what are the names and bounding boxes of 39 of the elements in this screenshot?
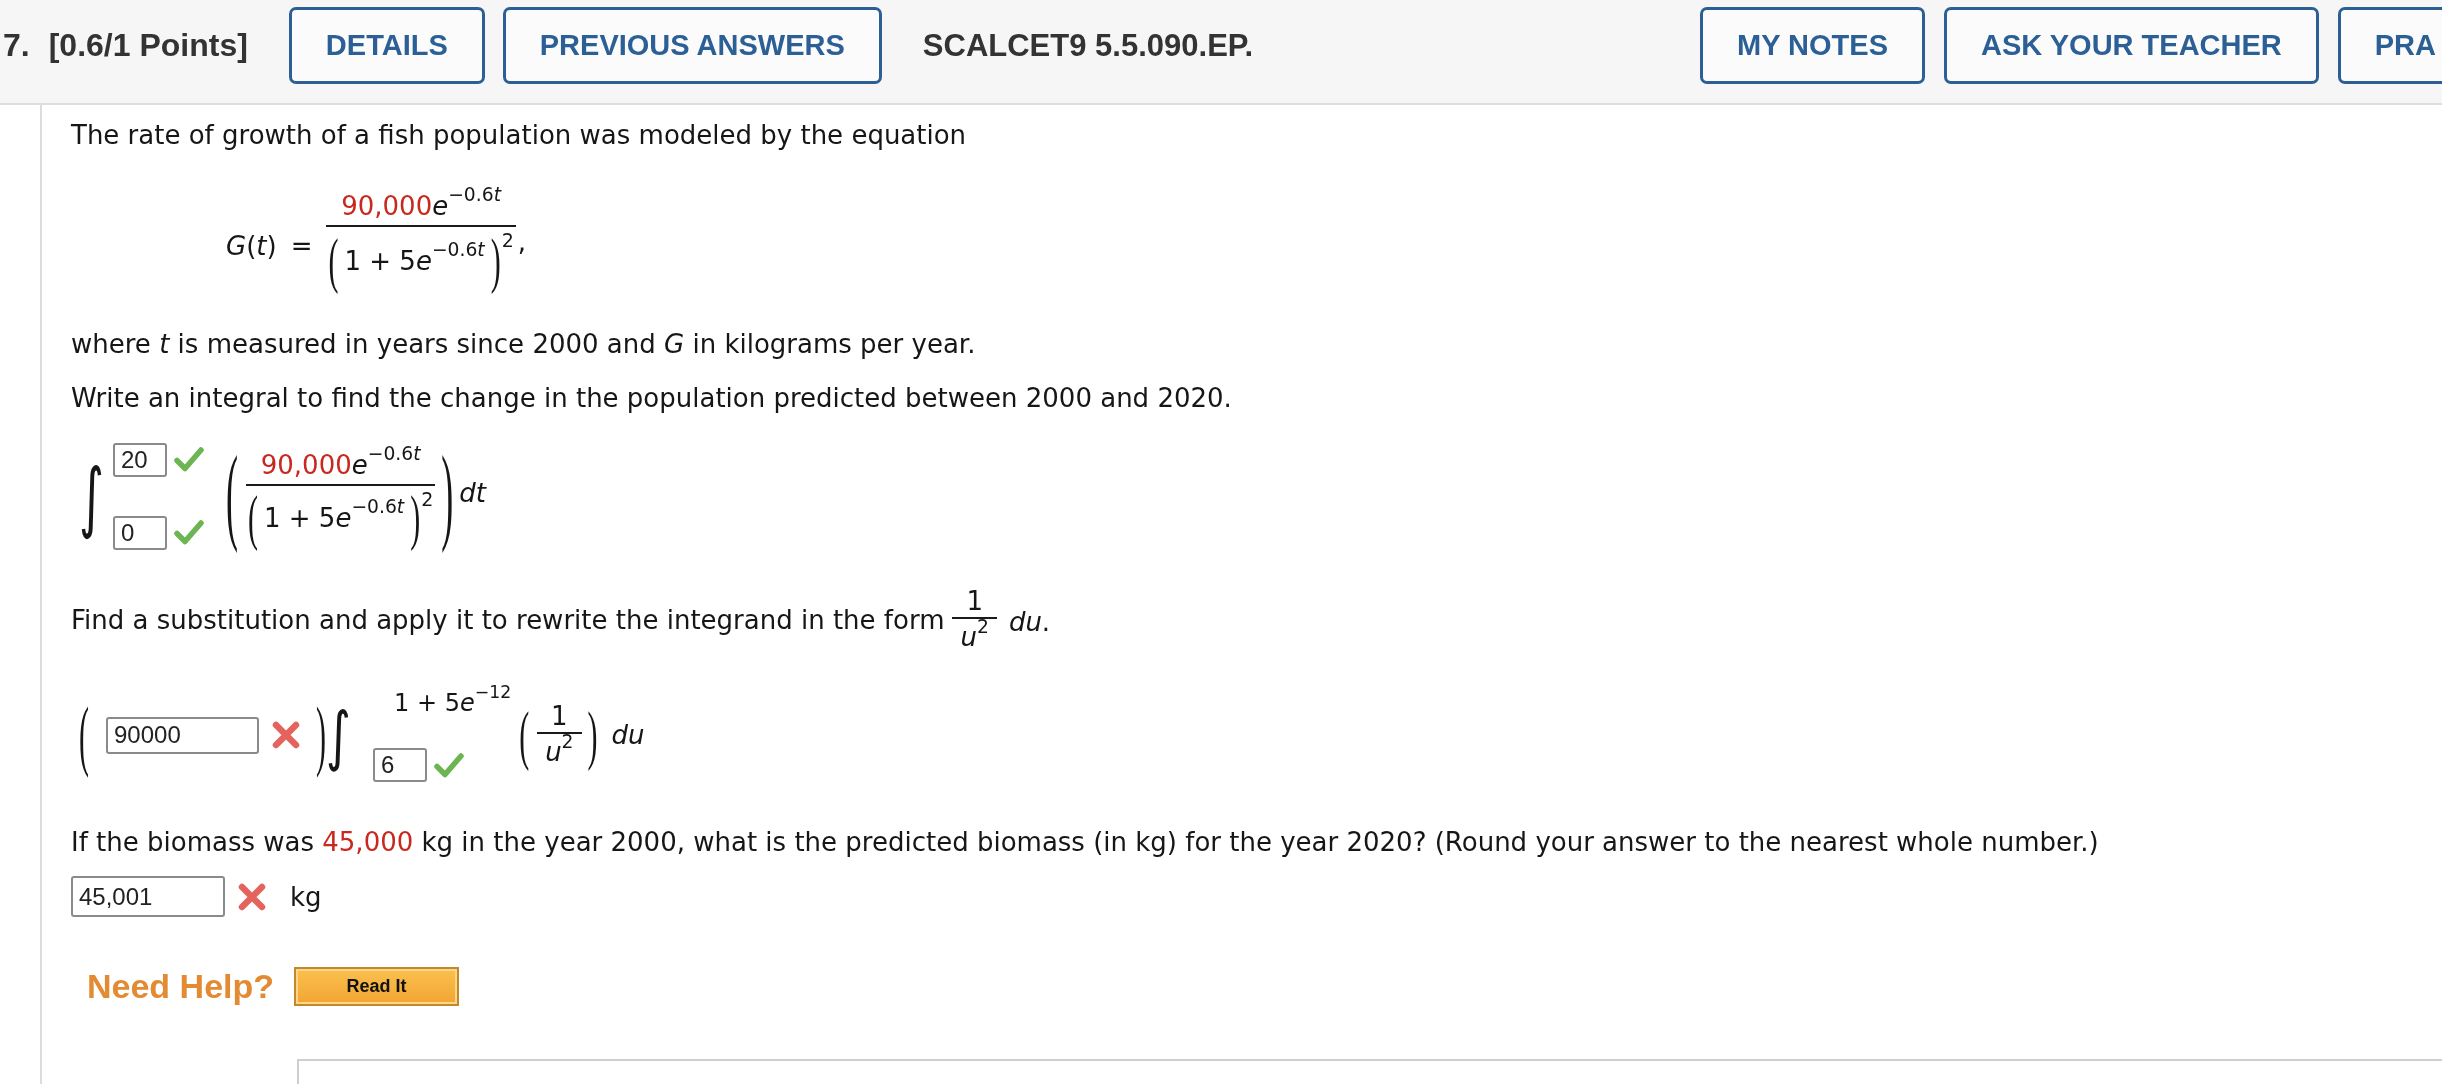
unit-label: kg <box>290 880 322 914</box>
right-parenthesis: ) <box>441 433 454 556</box>
integral-sign: ∫ <box>326 695 351 775</box>
question-text: Find a substitution and apply it to rewrite the integrand in the form <box>71 604 945 637</box>
header-button[interactable]: PREVIOUS ANSWERS <box>502 7 882 84</box>
differential: du. <box>1008 606 1051 639</box>
points-label: [0.6/1 Points] <box>48 27 248 64</box>
comma: , <box>517 226 526 259</box>
fraction-numerator: 1 <box>965 585 984 617</box>
header-button[interactable]: PRA <box>2337 7 2442 84</box>
question-text: where t is measured in years since 2000 and G in kilograms per year. <box>71 328 976 361</box>
fraction-denominator: u$^{2}$ <box>544 734 575 769</box>
answer-field[interactable]: 0 <box>113 515 167 550</box>
question-text: Write an integral to find the change in the population predicted between 2000 and 2020. <box>71 382 1232 415</box>
right-parenthesis: ) <box>587 697 598 773</box>
answer-field[interactable]: 20 <box>113 442 167 477</box>
header-button[interactable]: ASK YOUR TEACHER <box>1944 7 2319 84</box>
differential: dt <box>459 477 486 510</box>
differential: du <box>611 719 645 752</box>
function-label: G(t) <box>226 230 277 263</box>
assignment-code: SCALCET9 5.5.090.EP. <box>922 27 1254 64</box>
integral-sign: ∫ <box>79 449 104 543</box>
question-number: 7. <box>3 27 30 64</box>
fraction-denominator: u$^{2}$ <box>959 619 990 654</box>
right-parenthesis: ) <box>316 690 326 779</box>
question-text: If the biomass was 45,000 kg in the year 2000, what is the predicted biomass (in kg) for the year 2020? (Round your answer to the nearest whole number.) <box>71 826 2099 859</box>
left-parenthesis: ( <box>79 690 89 780</box>
help-button[interactable]: Read It <box>294 967 460 1006</box>
need-help-label: Need Help? <box>87 967 275 1006</box>
answer-field[interactable]: 6 <box>373 748 427 782</box>
question-text: The rate of growth of a fish population was modeled by the equation <box>71 119 967 152</box>
answer-field[interactable]: 90000 <box>106 716 259 754</box>
header-button[interactable]: DETAILS <box>288 7 485 84</box>
left-parenthesis: ( <box>226 433 238 556</box>
answer-field[interactable]: 45,001 <box>71 876 225 917</box>
fraction-numerator: 1 <box>550 700 569 732</box>
left-parenthesis: ( <box>519 697 530 773</box>
equals-sign: = <box>290 230 313 263</box>
header-button[interactable]: MY NOTES <box>1700 7 1925 84</box>
